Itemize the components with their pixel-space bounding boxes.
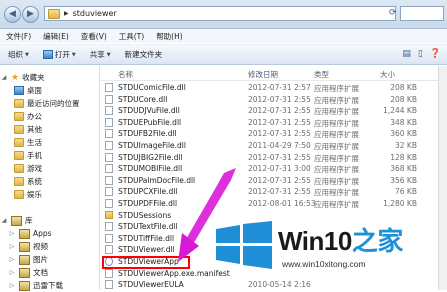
brand-part-b: 之家 <box>351 226 404 256</box>
watermark-brand: Win10之家 <box>278 221 403 258</box>
brand-part-a: Win10 <box>278 226 352 256</box>
windows-logo-icon <box>216 221 272 269</box>
watermark: Win10之家 www.win10xitong.com <box>210 215 440 281</box>
watermark-url: www.win10xitong.com <box>282 259 366 269</box>
